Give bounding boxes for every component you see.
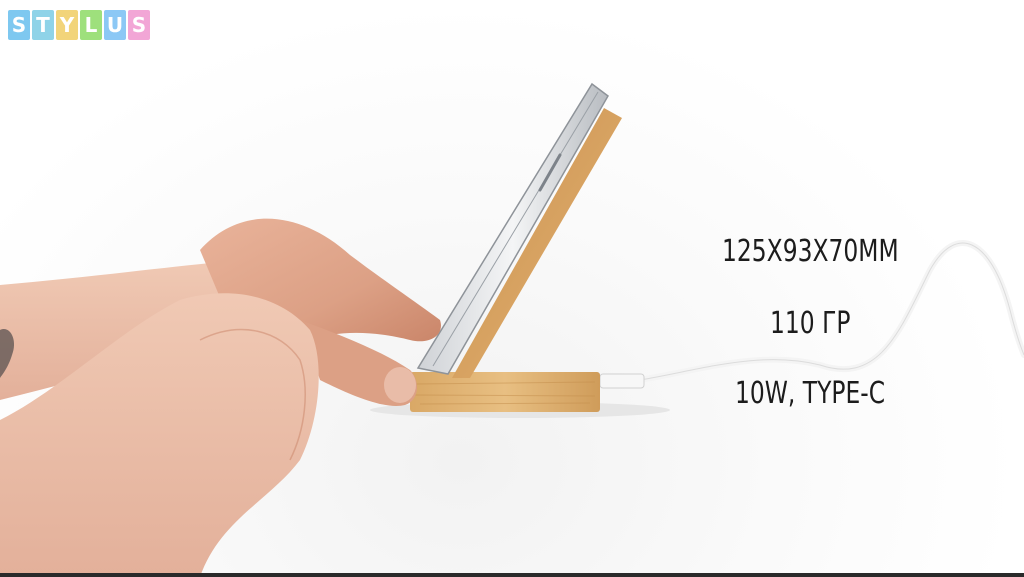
logo-letter-t: T [32,10,54,40]
thumbnail [384,367,416,403]
wooden-stand-base [410,372,600,412]
bottom-border [0,573,1024,577]
wooden-stand-back [452,108,622,378]
spec-power: 10W, TYPE-C [735,376,886,411]
phone-edge-line [432,91,599,367]
logo-letter-u: U [104,10,126,40]
spec-weight: 110 ГР [770,306,851,341]
type-c-connector [599,373,645,389]
logo-letter-y: Y [56,10,78,40]
product-photo [0,82,1024,577]
stylus-logo: S T Y L U S [8,10,150,40]
logo-letter-l: L [80,10,102,40]
smartphone [416,82,609,375]
spec-dimensions: 125X93X70MM [722,234,899,269]
logo-letter-s2: S [128,10,150,40]
logo-letter-s1: S [8,10,30,40]
